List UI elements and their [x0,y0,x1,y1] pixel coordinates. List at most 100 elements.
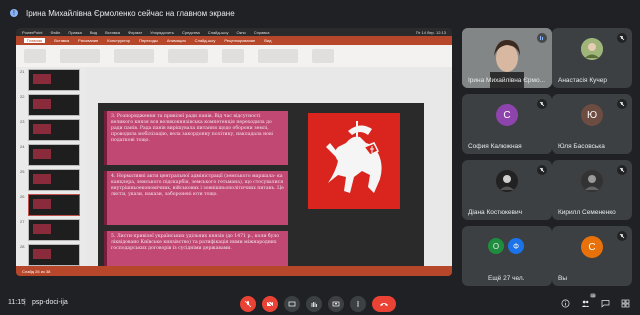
present-button[interactable] [328,296,344,312]
menu-file: Файл [50,29,61,35]
slide-tools [60,49,100,63]
shared-screen: PowerPoint Файл Правка Вид Вставка Форма… [16,28,452,276]
slide-number: 28 [20,244,25,249]
thumb-image [28,194,80,216]
thumb-image [28,119,80,141]
slide-status: Слайд 26 из 38 [22,268,51,274]
hand-icon [311,302,317,307]
slide-number: 26 [20,194,25,199]
participant-tile[interactable]: Анастасія Кучер [552,28,632,88]
slide-thumb: 24 [20,144,84,168]
present-icon [332,301,340,307]
slide-thumb: 28 [20,244,84,268]
menu-arrange: Упорядочить [150,29,174,35]
ribbon-tab-view: Вид [264,38,272,43]
slide-thumb: 27 [20,219,84,243]
current-slide: 3. Розпорядження та привілеї ради панів.… [98,103,424,276]
mic-toggle-button[interactable] [240,296,256,312]
menu-format: Формат [127,29,143,35]
more-participants-tile[interactable]: О Ф Ещё 27 чел. [462,226,552,286]
menubar-clock: Пт 14 бер. 12:13 [415,29,446,35]
menu-view: Вид [89,29,98,35]
more-participants-label: Ещё 27 чел. [488,275,525,282]
slide-number: 22 [20,94,25,99]
thumb-image [28,169,80,191]
ribbon-toolbar [16,45,452,67]
ribbon-tab-animations: Анимация [166,38,186,43]
participant-name: Анастасія Кучер [558,77,607,84]
menu-app: PowerPoint [22,29,43,35]
avatar-o: О [488,238,504,254]
menu-edit: Правка [68,29,82,35]
participant-tile[interactable]: Ірина Михайлівна Єрмо... [462,28,552,88]
participant-photo-avatar [581,38,603,60]
participant-name: София Калюжная [468,143,522,150]
pahonia-emblem-image [308,113,400,209]
chat-button[interactable] [598,296,612,310]
ppt-workspace: 21 22 23 24 25 26 27 28 3. Розпорядження… [16,67,452,276]
participant-photo-avatar [496,170,518,192]
ribbon-tab-home: Главная [24,38,46,43]
slide-text-block: 5. Листи-привілеї українських удільних к… [104,231,288,271]
arrange-tools [258,49,298,63]
mac-menubar: PowerPoint Файл Правка Вид Вставка Форма… [16,28,452,36]
meeting-controls-bar: 11:15 | psp-doci-ija 35 [0,292,640,315]
slide-thumb: 23 [20,119,84,143]
participant-tile[interactable]: Ю Юля Басовська [552,94,632,154]
people-button[interactable]: 35 [578,293,596,310]
mic-off-icon [537,99,547,109]
hangup-icon [380,303,388,306]
more-options-button[interactable] [350,296,366,312]
thumb-image [28,219,80,241]
participant-name: Діана Костюкевич [468,209,522,216]
participant-name: Кирилл Семененко [558,209,616,216]
slide-number: 27 [20,219,25,224]
slide-number: 21 [20,69,25,74]
participant-letter-avatar: Ю [581,104,603,126]
participant-name: Ірина Михайлівна Єрмо... [468,77,546,84]
ribbon-tab-insert: Вставка [54,38,70,43]
mic-off-icon [617,99,627,109]
mic-active-icon [537,33,547,43]
slide-text-block: 4. Нормативні акти центральної адміністр… [104,171,288,225]
ribbon-tab-design: Конструктор [107,38,131,43]
slide-thumb: 21 [20,69,84,93]
leave-call-button[interactable] [372,296,396,312]
info-button[interactable] [558,296,572,310]
captions-icon [288,301,296,307]
slide-thumb-selected: 26 [20,194,84,218]
presenter-icon: ! [10,9,18,17]
slide-thumb: 22 [20,94,84,118]
participant-tile[interactable]: Діана Костюкевич [462,160,552,220]
thumb-image [28,144,80,166]
self-letter-avatar: С [581,236,603,258]
menu-window: Окно [236,29,246,35]
chat-icon [601,299,609,308]
camera-off-icon [266,300,274,308]
ribbon-tab-slideshow: Слайд-шоу [194,38,216,43]
camera-toggle-button[interactable] [262,296,278,312]
activities-button[interactable] [618,296,632,310]
participant-tile[interactable]: С София Калюжная [462,94,552,154]
slide-number: 23 [20,119,25,124]
participant-name: Вы [558,275,568,282]
meeting-code: psp-doci-ija [32,299,68,306]
slide-thumbnails: 21 22 23 24 25 26 27 28 [16,67,86,266]
more-vert-icon [357,301,359,307]
participant-photo-avatar [581,170,603,192]
separator: | [24,299,26,306]
grouped-avatars: О Ф [488,238,524,254]
mic-off-icon [244,300,252,308]
self-tile[interactable]: С Вы [552,226,632,286]
menu-slideshow: Слайд-шоу [207,29,229,35]
ppt-statusbar: Слайд 26 из 38 [16,266,452,276]
participant-tile[interactable]: Кирилл Семененко [552,160,632,220]
menu-insert: Вставка [105,29,120,35]
captions-button[interactable] [284,296,300,312]
participant-letter-avatar: С [496,104,518,126]
clock: 11:15 [8,299,25,306]
mic-off-icon [537,165,547,175]
participants-count-badge: 35 [589,293,596,298]
mic-off-icon [617,231,627,241]
raise-hand-button[interactable] [306,296,322,312]
